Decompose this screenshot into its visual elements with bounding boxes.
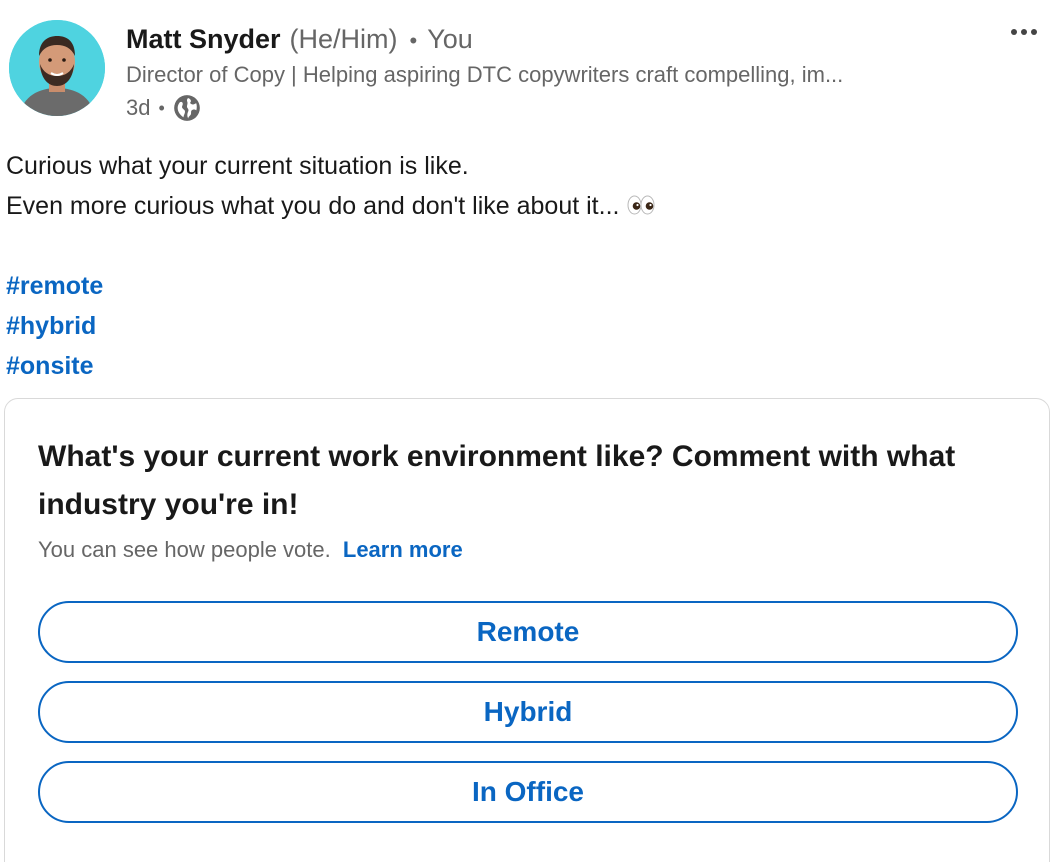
author-headline: Director of Copy | Helping aspiring DTC … (126, 62, 844, 87)
profile-photo (9, 20, 105, 116)
relation-label: You (427, 24, 473, 54)
hashtag-link[interactable]: #hybrid (6, 306, 1046, 346)
globe-icon (173, 94, 201, 122)
meta-separator: • (158, 97, 165, 118)
dot-icon (1011, 29, 1017, 35)
more-options-button[interactable] (1007, 18, 1041, 46)
poll-option-remote[interactable]: Remote (38, 601, 1018, 663)
post-text-line: Even more curious what you do and don't … (6, 186, 1046, 226)
eyes-emoji-icon (627, 188, 655, 228)
author-line: Matt Snyder (He/Him) • You (126, 24, 473, 58)
post-text-line-2: Even more curious what you do and don't … (6, 192, 620, 220)
learn-more-link[interactable]: Learn more (343, 537, 463, 562)
poll-option-in-office[interactable]: In Office (38, 761, 1018, 823)
post-time[interactable]: 3d (126, 95, 150, 121)
post-text-line-1: Curious what your current situation is l… (6, 152, 469, 180)
author-name[interactable]: Matt Snyder (126, 24, 281, 55)
hashtag-link[interactable]: #remote (6, 266, 1046, 306)
poll-card: What's your current work environment lik… (4, 398, 1050, 862)
poll-note: You can see how people vote. Learn more (38, 537, 463, 563)
dot-icon (1031, 29, 1037, 35)
feed-post: Matt Snyder (He/Him) • You Director of C… (0, 0, 1058, 862)
poll-question: What's your current work environment lik… (38, 440, 956, 521)
author-pronouns: (He/Him) (289, 24, 398, 54)
post-meta: 3d • (126, 93, 201, 123)
poll-note-text: You can see how people vote. (38, 537, 331, 562)
poll-option-hybrid[interactable]: Hybrid (38, 681, 1018, 743)
dot-icon (1021, 29, 1027, 35)
avatar[interactable] (9, 20, 105, 116)
post-text-line: Curious what your current situation is l… (6, 146, 1046, 186)
separator-dot: • (409, 28, 418, 53)
post-body: Curious what your current situation is l… (6, 146, 1046, 386)
hashtag-link[interactable]: #onsite (6, 346, 1046, 386)
